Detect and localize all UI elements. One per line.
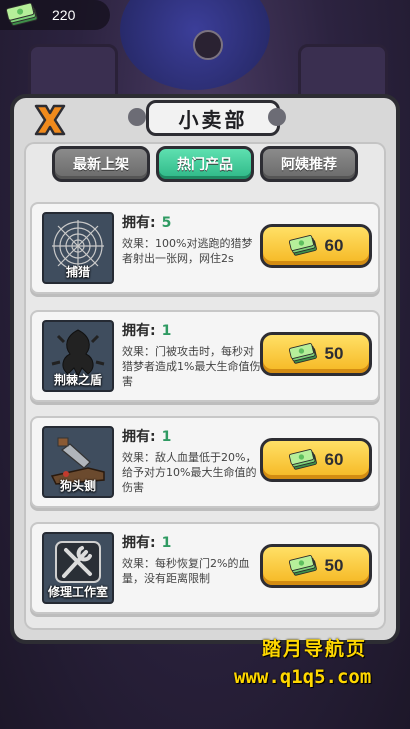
item-effect: 效果：100%对逃跑的猎梦者射出一张网，网住2s [122, 237, 253, 265]
tab-recommended[interactable]: 阿姨推荐 [260, 146, 358, 182]
item-effect: 效果：敌人血量低于20%，给予对方10%最大生命值的伤害 [122, 451, 257, 494]
shop-item-guillotine: 狗头铡 拥有: 1 效果：敌人血量低于20%，给予对方10%最大生命值的伤害 60 [30, 416, 380, 508]
currency-bar: 220 [0, 0, 110, 30]
watermark-title: 踏月导航页 [262, 638, 368, 660]
owned-label: 拥有: [122, 535, 156, 551]
owned-count: 拥有: 1 [122, 532, 171, 552]
item-price: 60 [324, 450, 344, 469]
cash-stack-icon [288, 449, 317, 470]
tab-newest[interactable]: 最新上架 [52, 146, 150, 182]
item-name: 荆棘之盾 [53, 373, 102, 387]
shop-item-thorn-shield: 荆棘之盾 拥有: 1 效果：门被攻击时，每秒对猎梦者造成1%最大生命值伤害 50 [30, 310, 380, 402]
item-name: 捕猎 [65, 265, 90, 279]
buy-button[interactable]: 60 [260, 224, 372, 268]
close-x-icon[interactable] [32, 102, 68, 138]
owned-label: 拥有: [122, 429, 156, 445]
item-price: 50 [324, 344, 344, 363]
item-price: 60 [324, 236, 344, 255]
owned-count: 拥有: 1 [122, 426, 171, 446]
cash-stack-icon [288, 555, 317, 576]
buy-button[interactable]: 50 [260, 332, 372, 376]
title-decor-dot-left [128, 108, 146, 126]
shop-title-bar: 小卖部 [146, 100, 280, 136]
owned-count: 拥有: 1 [122, 320, 171, 340]
item-effect: 效果：门被攻击时，每秒对猎梦者造成1%最大生命值伤害 [122, 345, 261, 388]
tab-popular[interactable]: 热门产品 [156, 146, 254, 182]
owned-label: 拥有: [122, 215, 156, 231]
shop-title: 小卖部 [178, 107, 248, 132]
item-name: 狗头铡 [59, 479, 96, 493]
owned-number: 1 [161, 535, 172, 551]
owned-number: 1 [161, 429, 172, 445]
currency-amount: 220 [52, 7, 76, 23]
item-name: 修理工作室 [47, 585, 108, 599]
tab-recommended-label: 阿姨推荐 [281, 157, 337, 173]
watermark-url: www.q1q5.com [234, 666, 372, 688]
item-icon-box: 狗头铡 [42, 426, 114, 498]
item-icon-box: 荆棘之盾 [42, 320, 114, 392]
item-price: 50 [324, 556, 344, 575]
owned-number: 1 [161, 323, 172, 339]
tab-popular-label: 热门产品 [177, 157, 233, 173]
owned-count: 拥有: 5 [122, 212, 171, 232]
item-icon-box: 捕猎 [42, 212, 114, 284]
cash-stack-icon [6, 3, 38, 26]
buy-button[interactable]: 50 [260, 544, 372, 588]
owned-label: 拥有: [122, 323, 156, 339]
item-effect: 效果：每秒恢复门2%的血量，没有距离限制 [122, 557, 250, 585]
item-icon-box: 修理工作室 [42, 532, 114, 604]
background-eye [193, 30, 223, 60]
cash-stack-icon [288, 343, 317, 364]
tab-newest-label: 最新上架 [73, 157, 129, 173]
title-decor-dot-right [268, 108, 286, 126]
cash-stack-icon [288, 235, 317, 256]
owned-number: 5 [161, 215, 172, 231]
buy-button[interactable]: 60 [260, 438, 372, 482]
shop-item-hunt: 捕猎 拥有: 5 效果：100%对逃跑的猎梦者射出一张网，网住2s 60 [30, 202, 380, 294]
shop-item-repair-workshop: 修理工作室 拥有: 1 效果：每秒恢复门2%的血量，没有距离限制 50 [30, 522, 380, 614]
